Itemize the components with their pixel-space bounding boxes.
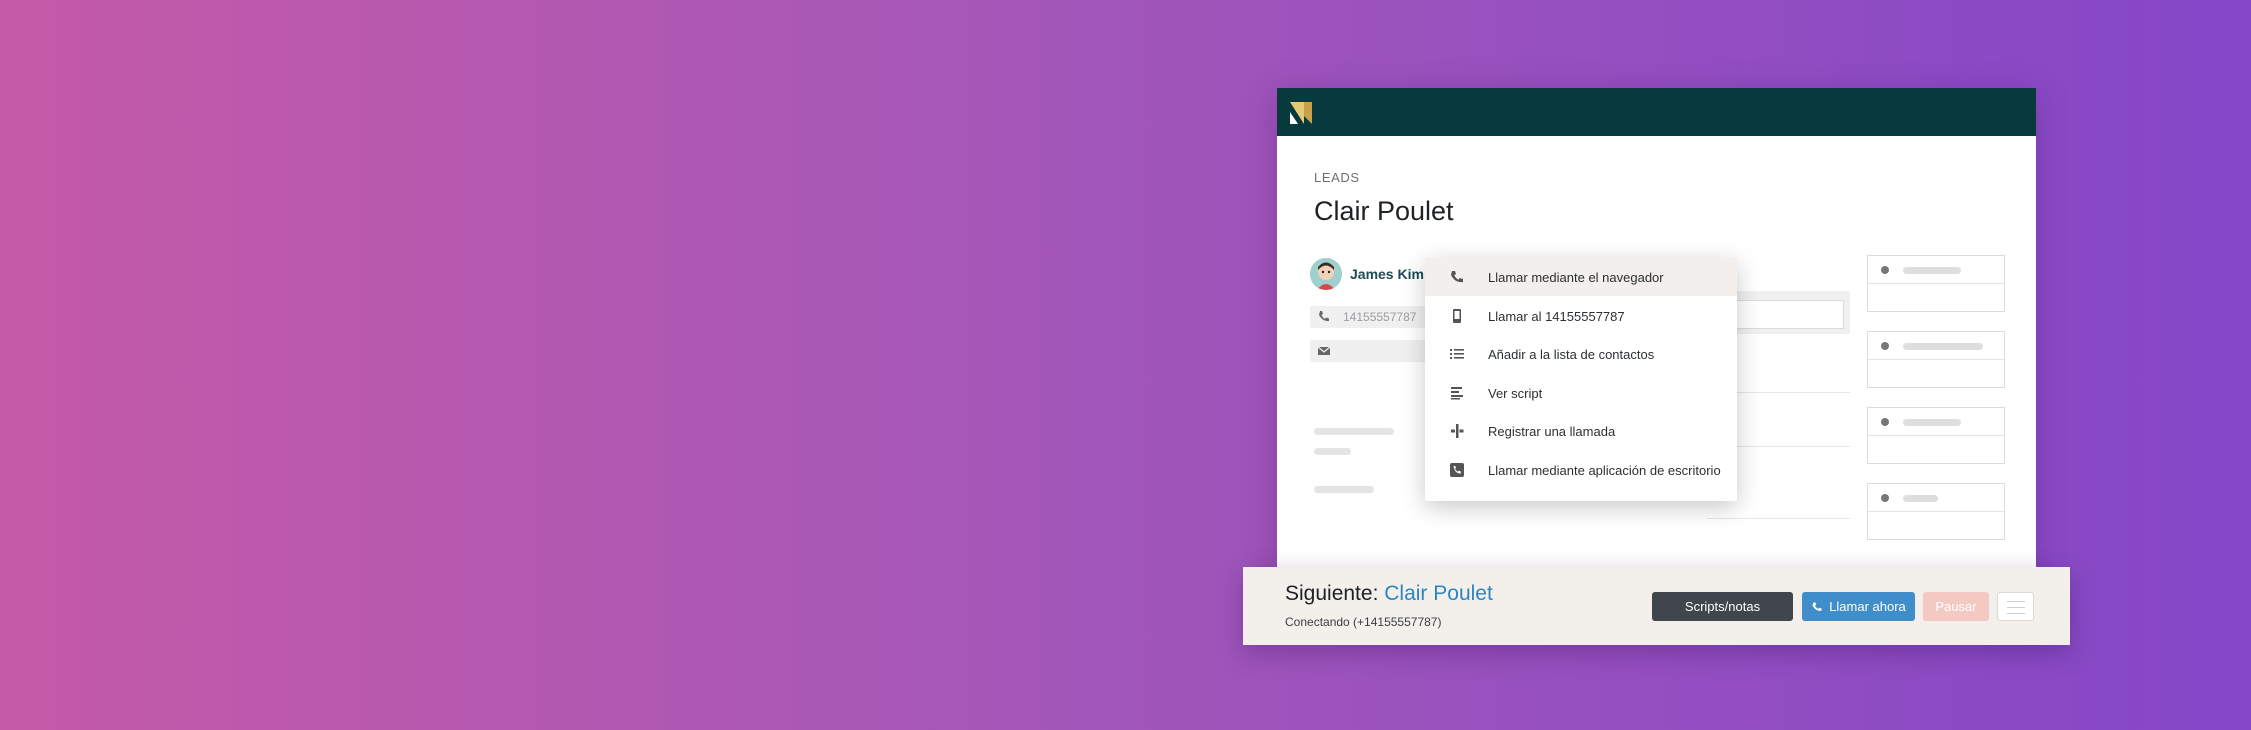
call-now-label: Llamar ahora [1829,599,1906,614]
more-options-button[interactable] [1997,592,2034,621]
power-dialer-bar: Siguiente: Clair Poulet Conectando (+141… [1243,567,2070,645]
log-call-icon [1451,424,1464,438]
mobile-phone-icon [1453,309,1461,323]
phone-icon [1451,271,1463,283]
placeholder-bar [1314,486,1374,493]
menu-item-label: Ver script [1488,386,1543,401]
menu-item-label: Registrar una llamada [1488,424,1616,439]
next-lead-heading: Siguiente: Clair Poulet [1285,582,1493,606]
email-icon [1317,346,1331,355]
phone-icon [1812,602,1822,611]
page-title: Clair Poulet [1314,196,1454,226]
lead-owner-name[interactable]: James Kim [1350,266,1424,282]
menu-item-log-call[interactable]: Registrar una llamada [1425,412,1737,450]
sidebar-card [1867,407,2005,464]
menu-item-label: Llamar mediante aplicación de escritorio [1488,463,1721,478]
menu-item-label: Añadir a la lista de contactos [1488,347,1655,362]
sidebar-card [1867,255,2005,312]
menu-item-call-desktop-app[interactable]: Llamar mediante aplicación de escritorio [1425,451,1737,489]
script-icon [1451,387,1463,400]
text-input[interactable] [1732,300,1844,329]
menu-item-label: Llamar al 14155557787 [1488,309,1625,324]
desktop-phone-icon [1450,463,1464,477]
menu-item-add-to-list[interactable]: Añadir a la lista de contactos [1425,335,1737,373]
menu-item-call-number[interactable]: Llamar al 14155557787 [1425,297,1737,335]
placeholder-bar [1314,448,1351,455]
next-label: Siguiente: [1285,582,1379,605]
phone-icon [1319,311,1329,322]
scripts-notes-button[interactable]: Scripts/notas [1652,592,1793,621]
phone-number: 14155557787 [1343,310,1417,324]
menu-item-label: Llamar mediante el navegador [1488,270,1664,285]
call-status: Conectando (+14155557787) [1285,615,1442,629]
list-icon [1450,349,1464,359]
top-navigation-bar [1277,88,2036,136]
app-logo[interactable] [1290,102,1312,124]
email-field[interactable] [1310,340,1440,362]
phone-field[interactable]: 14155557787 [1310,306,1440,328]
sidebar-card [1867,331,2005,388]
next-lead-name[interactable]: Clair Poulet [1384,582,1493,605]
call-options-menu: Llamar mediante el navegador Llamar al 1… [1425,258,1737,501]
avatar [1310,258,1342,290]
call-now-button[interactable]: Llamar ahora [1802,592,1915,621]
menu-item-view-script[interactable]: Ver script [1425,374,1737,412]
menu-item-call-browser[interactable]: Llamar mediante el navegador [1425,258,1737,296]
placeholder-bar [1314,428,1394,435]
divider [1707,518,1850,519]
breadcrumb[interactable]: LEADS [1314,170,1360,185]
sidebar-card [1867,483,2005,540]
pause-button[interactable]: Pausar [1923,592,1989,621]
